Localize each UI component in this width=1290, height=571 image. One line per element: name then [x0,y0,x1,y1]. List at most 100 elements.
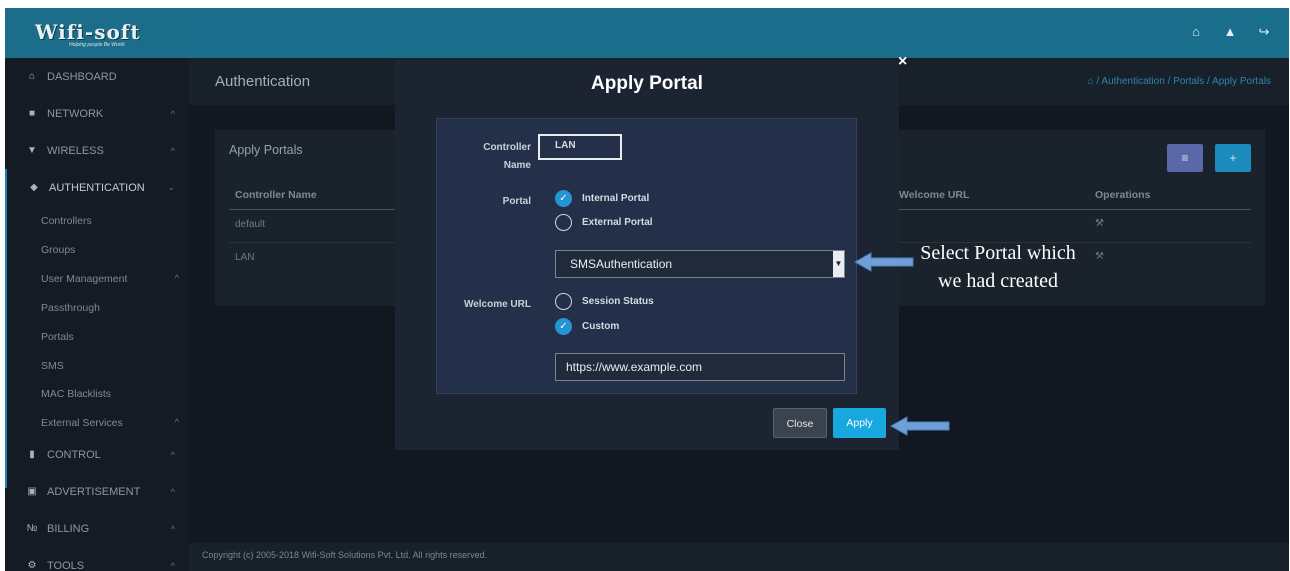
controller-name-field[interactable]: LAN [538,134,622,160]
session-status-radio[interactable] [555,293,572,310]
sidebar-subitem-label: External Services [41,417,123,429]
column-header-welcome-url: Welcome URL [899,189,970,201]
sidebar: ⌂ DASHBOARD ■ NETWORK ^ ▼ WIRELESS ^ ◆ A… [5,58,189,571]
sidebar-subitem-groups[interactable]: Groups [41,244,75,256]
sidebar-item-control[interactable]: ▮ CONTROL ^ [5,436,189,473]
monitor-icon: ■ [28,108,36,119]
brand-tagline: Helping people Be World [69,42,125,48]
sidebar-subitem-mac-blacklists[interactable]: MAC Blacklists [41,388,111,400]
home-icon[interactable]: ⌂ [1088,76,1094,87]
panel-title: Apply Portals [229,143,303,157]
chevron-up-icon: ^ [174,417,179,427]
welcome-url-label: Welcome URL [463,299,531,310]
chevron-up-icon: ^ [170,523,175,534]
breadcrumb-item[interactable]: Portals [1173,76,1204,87]
chevron-down-icon: ⌄ [167,182,175,192]
external-portal-radio[interactable] [555,214,572,231]
sidebar-item-advertisement[interactable]: ▣ ADVERTISEMENT ^ [5,473,189,510]
portal-select-value: SMSAuthentication [570,257,673,271]
brand-logo: Wifi-soft [35,20,141,44]
sidebar-subitem-user-management[interactable]: User Management ^ [41,273,189,285]
chevron-up-icon: ^ [170,560,175,571]
annotation-line: Select Portal which [920,242,1076,264]
session-status-label: Session Status [582,296,654,307]
annotation-text: Select Portal which we had created [900,239,1096,295]
close-icon[interactable]: × [898,53,907,71]
page-title: Authentication [215,73,311,90]
sidebar-item-label: BILLING [47,522,90,535]
chevron-up-icon: ^ [174,273,179,283]
sidebar-item-wireless[interactable]: ▼ WIRELESS ^ [5,132,189,169]
apply-button[interactable]: Apply [833,408,886,438]
video-icon: ▣ [27,486,37,497]
welcome-url-input[interactable]: https://www.example.com [555,353,845,381]
annotation-arrow-select [853,252,914,272]
controller-name-label: Controller Name [457,139,531,175]
close-button[interactable]: Close [773,408,827,438]
sidebar-subitem-portals[interactable]: Portals [41,331,74,343]
sidebar-item-dashboard[interactable]: ⌂ DASHBOARD [5,58,189,95]
logo-area: Wifi-soft Helping people Be World [5,8,189,58]
internal-portal-radio[interactable]: ✓ [555,190,572,207]
dropdown-arrow-icon[interactable]: ▼ [833,251,844,277]
controller-label-line: Name [503,160,531,171]
logout-icon[interactable]: ↪ [1257,24,1271,40]
header-icons: ⌂ ▲ ↪ [1189,24,1271,40]
breadcrumb: ⌂ / Authentication / Portals / Apply Por… [1087,76,1271,87]
sidebar-subitem-label: User Management [41,273,128,285]
chevron-up-icon: ^ [170,145,175,156]
sidebar-item-label: DASHBOARD [47,70,117,83]
database-icon: ▮ [29,449,35,460]
column-header-controller-name: Controller Name [235,189,317,201]
footer: Copyright (c) 2005-2018 Wifi-Soft Soluti… [189,543,1289,571]
table-cell-controller: LAN [235,252,255,263]
sidebar-subitem-sms[interactable]: SMS [41,360,64,372]
bell-icon[interactable]: ▲ [1223,24,1237,40]
sidebar-item-label: NETWORK [47,107,104,120]
gear-icon: ⚙ [27,560,37,571]
sidebar-item-authentication[interactable]: ◆ AUTHENTICATION ⌄ [5,169,189,206]
sidebar-item-label: AUTHENTICATION [49,181,145,194]
sidebar-subitem-controllers[interactable]: Controllers [41,215,92,227]
shield-icon: ◆ [30,182,38,193]
wifi-icon: ▼ [27,145,37,156]
portal-select[interactable]: SMSAuthentication ▼ [555,250,845,278]
sidebar-item-tools[interactable]: ⚙ TOOLS ^ [5,547,189,571]
external-portal-label: External Portal [582,217,653,228]
top-bar: Wifi-soft Helping people Be World ⌂ ▲ ↪ [5,8,1289,58]
sidebar-subitem-passthrough[interactable]: Passthrough [41,302,100,314]
sidebar-item-label: WIRELESS [47,144,104,157]
portal-label: Portal [502,196,531,207]
wrench-icon[interactable]: ⚒ [1095,251,1104,262]
chevron-up-icon: ^ [170,486,175,497]
annotation-line: we had created [938,270,1058,292]
billing-icon: № [26,523,38,534]
custom-radio[interactable]: ✓ [555,318,572,335]
controller-label-line: Controller [483,142,531,153]
sidebar-item-network[interactable]: ■ NETWORK ^ [5,95,189,132]
app-window: Wifi-soft Helping people Be World ⌂ ▲ ↪ … [5,8,1289,571]
sidebar-subitem-external-services[interactable]: External Services ^ [41,417,189,429]
list-view-button[interactable]: ≡ [1167,144,1203,172]
copyright-text: Copyright (c) 2005-2018 Wifi-Soft Soluti… [202,550,488,560]
wrench-icon[interactable]: ⚒ [1095,218,1104,229]
add-button[interactable]: + [1215,144,1251,172]
breadcrumb-item[interactable]: Authentication [1101,76,1164,87]
breadcrumb-item[interactable]: Apply Portals [1212,76,1271,87]
home-icon[interactable]: ⌂ [1189,24,1203,40]
apply-portal-form: Controller Name LAN Portal ✓ Internal Po… [436,118,857,394]
annotation-arrow-apply [889,416,950,436]
sidebar-item-label: TOOLS [47,559,85,571]
chevron-up-icon: ^ [170,108,175,119]
sidebar-item-label: CONTROL [47,448,101,461]
custom-label: Custom [582,321,620,332]
internal-portal-label: Internal Portal [582,193,650,204]
column-header-operations: Operations [1095,189,1151,201]
table-cell-controller: default [235,219,266,230]
home-icon: ⌂ [28,71,36,82]
sidebar-item-billing[interactable]: № BILLING ^ [5,510,189,547]
modal-title: Apply Portal [591,73,703,94]
sidebar-item-label: ADVERTISEMENT [47,485,141,498]
chevron-up-icon: ^ [170,449,175,460]
apply-portal-modal: Apply Portal Controller Name LAN Portal … [395,60,899,450]
